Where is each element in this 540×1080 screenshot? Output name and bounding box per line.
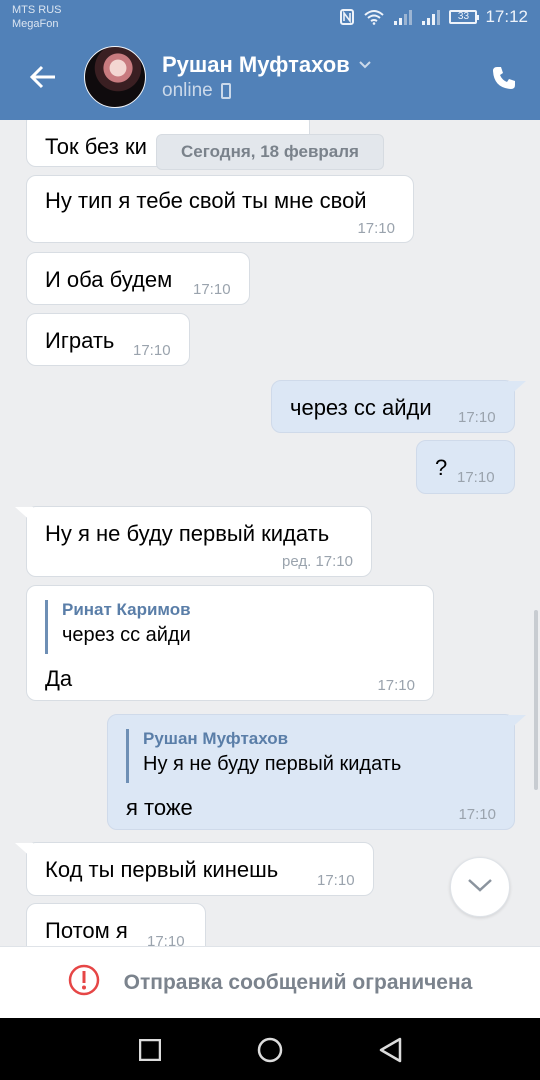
message-incoming[interactable]: Код ты первый кинешь 17:10 [15, 842, 374, 896]
message-time: 17:10 [457, 469, 495, 486]
chevron-down-icon[interactable] [358, 58, 372, 72]
nfc-icon [339, 9, 355, 25]
scroll-down-button[interactable] [450, 857, 510, 917]
message-text: Да [45, 666, 73, 691]
battery-icon: 33 [449, 10, 480, 24]
reply-quote[interactable]: Ринат Каримов через сс айди [45, 600, 415, 654]
message-incoming[interactable]: Ну тип я тебе свой ты мне свой 17:10 [26, 175, 414, 243]
message-incoming[interactable]: И оба будем 17:10 [26, 252, 250, 305]
reply-text: через сс айди [62, 624, 191, 646]
restriction-text: Отправка сообщений ограничена [123, 970, 473, 994]
contact-name[interactable]: Рушан Муфтахов [162, 52, 350, 78]
mobile-phone-icon [220, 83, 231, 99]
status-time: 17:12 [485, 7, 528, 26]
carrier-labels: MTS RUS MegaFon [12, 3, 62, 31]
bubble-tail [15, 507, 33, 523]
message-time: ред. 17:10 [282, 553, 353, 570]
message-text: Код ты первый кинешь [45, 857, 279, 882]
top-bar: MTS RUS MegaFon 33 17:12 Рушан Муфтахов [0, 0, 540, 120]
date-separator: Сегодня, 18 февраля [156, 134, 384, 170]
message-outgoing[interactable]: через сс айди 17:10 [271, 380, 526, 433]
contact-avatar[interactable] [84, 46, 146, 108]
system-nav-bar [0, 1018, 540, 1080]
message-time: 17:10 [357, 220, 395, 237]
message-outgoing-reply[interactable]: Рушан Муфтахов Ну я не буду первый кидат… [107, 714, 526, 830]
signal-2-icon [421, 9, 441, 25]
message-time: 17:10 [458, 409, 496, 426]
chevron-down-icon [467, 877, 493, 898]
bubble-tail [508, 715, 526, 731]
message-text: Ну я не буду первый кидать [45, 521, 330, 546]
recent-apps-icon[interactable] [138, 1038, 162, 1066]
message-time: 17:10 [147, 933, 185, 946]
home-icon[interactable] [257, 1037, 283, 1068]
message-time: 17:10 [377, 677, 415, 694]
message-outgoing[interactable]: ? 17:10 [416, 440, 515, 494]
message-incoming-reply[interactable]: Ринат Каримов через сс айди Да 17:10 [26, 585, 434, 701]
bubble-tail [508, 381, 526, 397]
reply-text: Ну я не буду первый кидать [143, 753, 402, 775]
message-incoming[interactable]: Потом я 17:10 [26, 903, 206, 946]
message-time: 17:10 [317, 872, 355, 889]
carrier-2: MegaFon [12, 18, 59, 30]
presence-status: online [162, 80, 213, 101]
back-arrow-icon[interactable] [28, 62, 58, 92]
carrier-1: MTS RUS [12, 4, 62, 16]
wifi-icon [363, 9, 385, 25]
reply-author: Ринат Каримов [62, 600, 191, 619]
scrollbar[interactable] [534, 610, 538, 790]
status-bar: MTS RUS MegaFon 33 17:12 [0, 0, 540, 38]
message-text: Ну тип я тебе свой ты мне свой [45, 188, 367, 213]
message-incoming[interactable]: Играть 17:10 [26, 313, 190, 366]
message-time: 17:10 [458, 806, 496, 823]
back-icon[interactable] [378, 1037, 404, 1068]
message-incoming[interactable]: Ну я не буду первый кидать ред. 17:10 [15, 506, 372, 577]
status-icons: 33 17:12 [339, 7, 528, 27]
messaging-restricted-banner: Отправка сообщений ограничена [0, 946, 540, 1018]
presence-row: online [162, 80, 231, 102]
contact-title[interactable]: Рушан Муфтахов [162, 52, 372, 78]
alert-circle-icon [68, 964, 100, 1001]
message-time: 17:10 [133, 342, 171, 359]
phone-call-icon[interactable] [490, 64, 518, 92]
bubble-tail [15, 843, 33, 859]
signal-1-icon [393, 9, 413, 25]
message-list[interactable]: Ток без ки Сегодня, 18 февраля Ну тип я … [0, 120, 540, 946]
reply-author: Рушан Муфтахов [143, 729, 289, 748]
message-time: 17:10 [193, 281, 231, 298]
reply-quote[interactable]: Рушан Муфтахов Ну я не буду первый кидат… [126, 729, 496, 783]
message-text: я тоже [126, 795, 193, 820]
